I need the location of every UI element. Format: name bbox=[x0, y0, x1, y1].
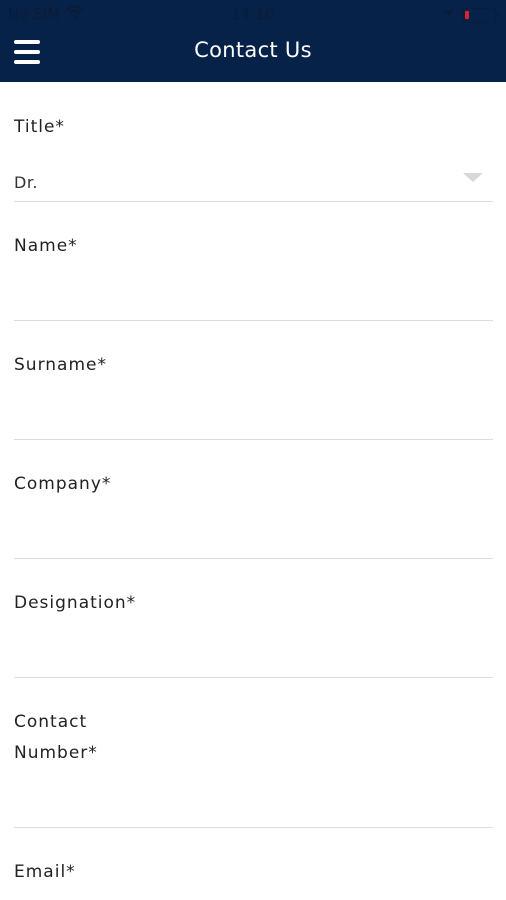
title-select[interactable]: Dr. bbox=[14, 173, 38, 192]
contact-number-label-line2: Number* bbox=[14, 743, 98, 763]
designation-field: Designation* bbox=[14, 559, 493, 678]
app-header: No SIM 14:10 Contact Us bbox=[0, 0, 506, 82]
surname-field: Surname* bbox=[14, 321, 493, 440]
email-field: Email* bbox=[14, 828, 493, 900]
company-label: Company* bbox=[14, 474, 112, 494]
battery-icon bbox=[462, 7, 499, 23]
status-bar: No SIM 14:10 bbox=[0, 0, 506, 30]
location-arrow-icon bbox=[442, 6, 454, 24]
email-label: Email* bbox=[14, 862, 76, 882]
status-time: 14:10 bbox=[231, 5, 275, 23]
surname-label: Surname* bbox=[14, 355, 107, 375]
page-title: Contact Us bbox=[194, 38, 312, 62]
contact-number-label-line1: Contact bbox=[14, 712, 88, 732]
designation-input[interactable] bbox=[14, 634, 493, 664]
name-input[interactable] bbox=[14, 277, 493, 307]
title-field[interactable]: Title* Dr. bbox=[14, 82, 493, 202]
company-input[interactable] bbox=[14, 515, 493, 545]
contact-number-input[interactable] bbox=[14, 786, 493, 816]
contact-number-field: Contact Number* bbox=[14, 678, 493, 828]
battery-level bbox=[465, 10, 469, 19]
designation-label: Designation* bbox=[14, 593, 137, 613]
name-field: Name* bbox=[14, 202, 493, 321]
contact-form: Title* Dr. Name* Surname* Company* Desig… bbox=[14, 82, 493, 900]
status-right bbox=[442, 6, 499, 24]
chevron-down-icon[interactable] bbox=[463, 173, 483, 182]
title-label: Title* bbox=[14, 117, 65, 137]
surname-input[interactable] bbox=[14, 396, 493, 426]
name-label: Name* bbox=[14, 236, 78, 256]
company-field: Company* bbox=[14, 440, 493, 559]
